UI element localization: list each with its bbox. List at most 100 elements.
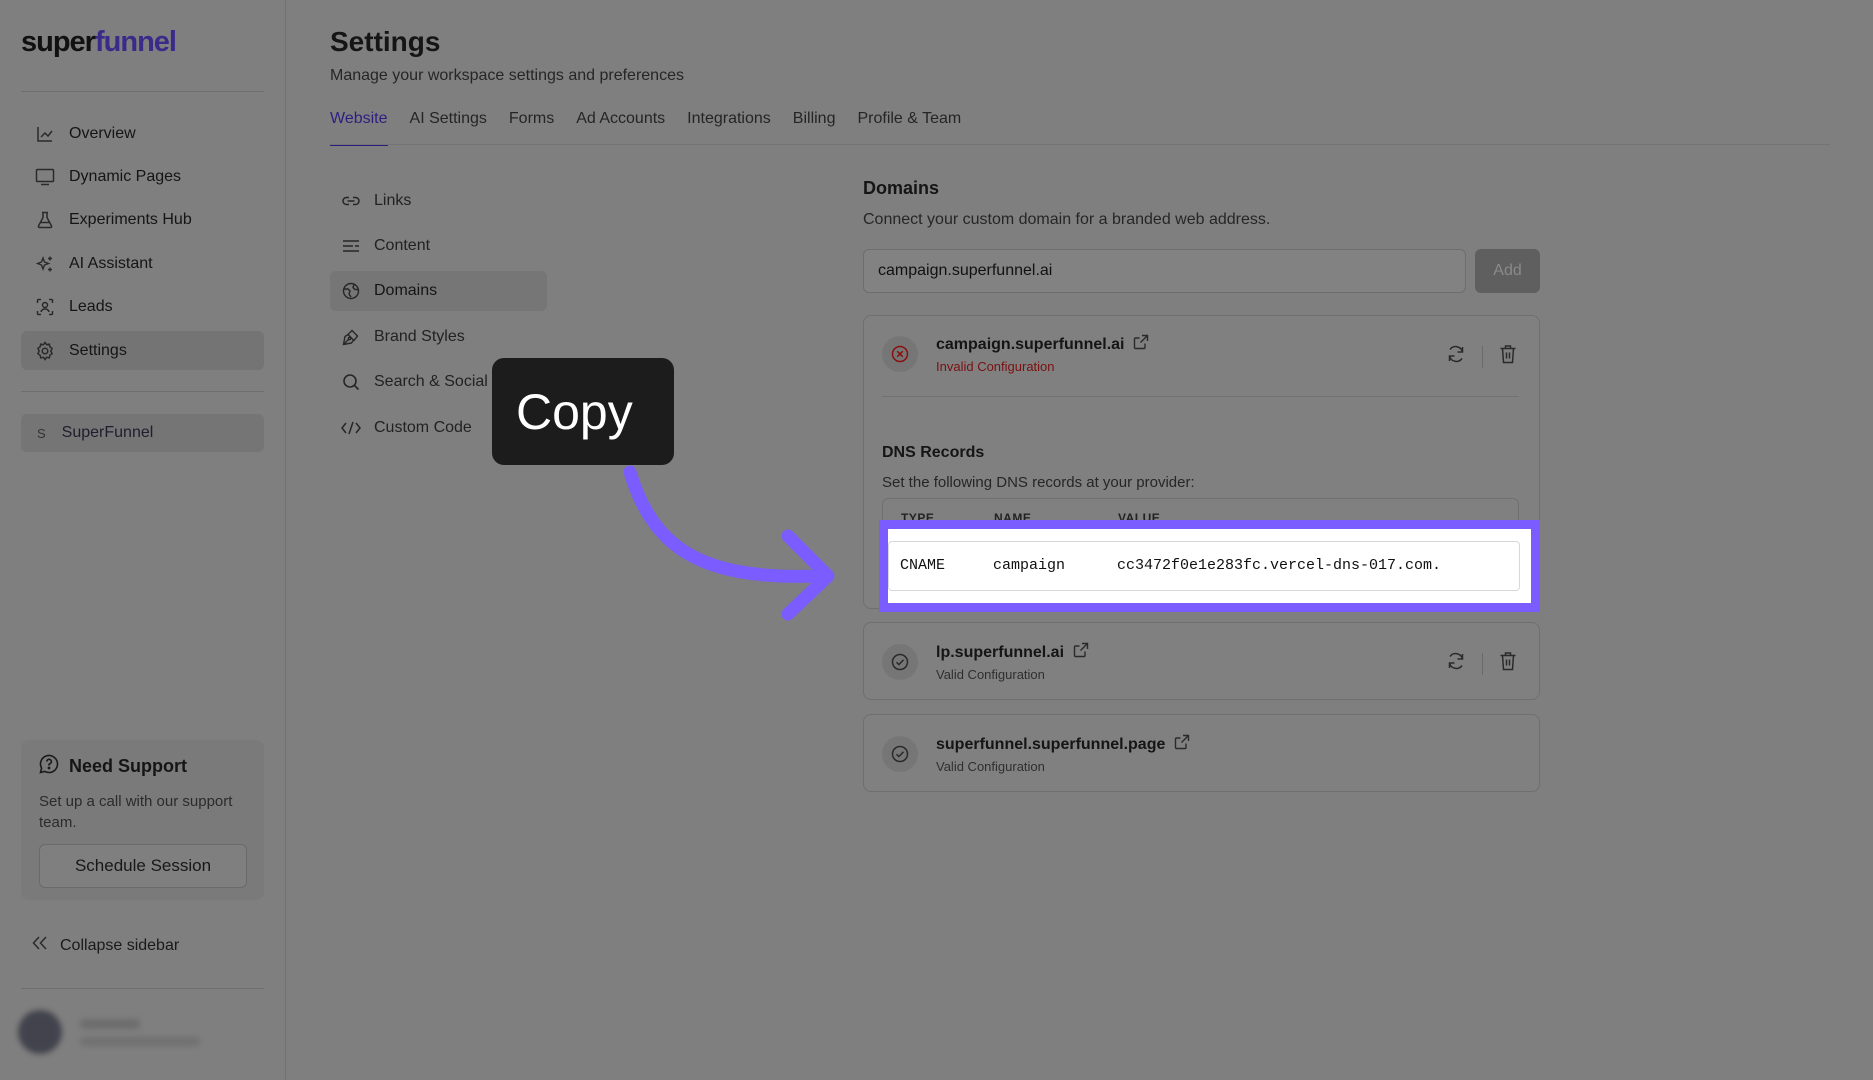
globe-icon	[341, 281, 361, 301]
domain-name: lp.superfunnel.ai	[936, 642, 1089, 663]
domain-name: campaign.superfunnel.ai	[936, 334, 1149, 355]
domains-title: Domains	[863, 178, 940, 198]
workspace-avatar: S	[37, 425, 46, 441]
flask-icon	[35, 210, 55, 230]
search-icon	[341, 372, 361, 392]
subnav-item-domains[interactable]: Domains	[330, 271, 547, 311]
domain-card: superfunnel.superfunnel.page Valid Confi…	[863, 714, 1540, 792]
domain-name: superfunnel.superfunnel.page	[936, 734, 1190, 755]
avatar	[18, 1010, 62, 1054]
subnav-item-brand-styles[interactable]: Brand Styles	[330, 317, 547, 357]
trash-icon[interactable]	[1499, 651, 1517, 676]
domain-card: lp.superfunnel.ai Valid Configuration	[863, 622, 1540, 700]
text-lines-icon	[341, 236, 361, 256]
support-card: Need Support Set up a call with our supp…	[21, 740, 264, 900]
domain-card-header: superfunnel.superfunnel.page Valid Confi…	[882, 734, 1190, 774]
refresh-icon[interactable]	[1446, 651, 1466, 676]
sidebar-item-experiments-hub[interactable]: Experiments Hub	[21, 200, 264, 239]
trash-icon[interactable]	[1499, 344, 1517, 369]
subnav-item-label: Custom Code	[374, 419, 472, 436]
schedule-session-button[interactable]: Schedule Session	[39, 844, 247, 888]
sidebar-item-label: Leads	[69, 297, 113, 315]
add-domain-button[interactable]: Add	[1475, 249, 1540, 293]
check-circle-icon	[882, 644, 918, 680]
sidebar-item-ai-assistant[interactable]: AI Assistant	[21, 244, 264, 283]
tab-profile-team[interactable]: Profile & Team	[857, 110, 961, 146]
tab-ad-accounts[interactable]: Ad Accounts	[576, 110, 665, 146]
settings-tabs: Website AI Settings Forms Ad Accounts In…	[330, 110, 961, 146]
sidebar-item-label: Overview	[69, 124, 136, 142]
subnav-item-links[interactable]: Links	[330, 181, 547, 221]
refresh-icon[interactable]	[1446, 344, 1466, 369]
domain-name-text: lp.superfunnel.ai	[936, 643, 1065, 661]
sidebar-item-label: AI Assistant	[69, 254, 153, 272]
sidebar-item-label: Settings	[69, 341, 127, 359]
sidebar-divider	[21, 988, 264, 989]
dns-records-subtitle: Set the following DNS records at your pr…	[882, 474, 1195, 491]
pen-tool-icon	[341, 327, 361, 347]
sidebar-item-label: Dynamic Pages	[69, 167, 182, 185]
dns-value-cell[interactable]: cc3472f0e1e283fc.vercel-dns-017.com.	[1117, 557, 1441, 574]
help-circle-icon	[39, 754, 59, 779]
collapse-sidebar-label: Collapse sidebar	[60, 936, 180, 954]
tab-forms[interactable]: Forms	[509, 110, 554, 146]
domain-status: Valid Configuration	[936, 667, 1045, 682]
sidebar-item-leads[interactable]: Leads	[21, 287, 264, 326]
sidebar-divider	[21, 91, 264, 92]
sidebar-item-overview[interactable]: Overview	[21, 114, 264, 153]
sidebar: superfunnel Overview Dynamic Pages Exper…	[0, 0, 286, 1080]
page-subtitle: Manage your workspace settings and prefe…	[330, 67, 684, 84]
external-link-icon[interactable]	[1073, 642, 1089, 663]
support-title-text: Need Support	[69, 756, 188, 776]
sidebar-divider	[21, 391, 264, 392]
dns-type-cell: CNAME	[900, 557, 946, 574]
subnav-item-label: Domains	[374, 282, 438, 299]
support-description: Set up a call with our support team.	[39, 793, 233, 831]
workspace-name: SuperFunnel	[61, 424, 154, 441]
external-link-icon[interactable]	[1174, 734, 1190, 755]
x-circle-icon	[882, 336, 918, 372]
code-icon	[341, 418, 361, 438]
page-title: Settings	[330, 26, 441, 57]
subnav-item-content[interactable]: Content	[330, 226, 547, 266]
domain-status: Invalid Configuration	[936, 359, 1055, 374]
subnav-item-label: Search & Social	[374, 373, 488, 390]
user-profile-blurred[interactable]	[18, 1007, 258, 1057]
monitor-icon	[35, 167, 55, 187]
subnav-item-label: Brand Styles	[374, 328, 465, 345]
workspace-switcher[interactable]: S SuperFunnel	[21, 414, 264, 452]
logo-text-left: super	[21, 26, 96, 58]
tab-website[interactable]: Website	[330, 110, 388, 146]
tab-ai-settings[interactable]: AI Settings	[410, 110, 487, 146]
pointer-arrow-icon	[623, 465, 835, 621]
subnav-item-label: Links	[374, 192, 412, 209]
subnav-item-label: Content	[374, 237, 431, 254]
user-scan-icon	[35, 297, 55, 317]
copy-tooltip: Copy	[492, 358, 674, 465]
sidebar-item-label: Experiments Hub	[69, 210, 192, 228]
tabs-divider	[330, 144, 1830, 145]
dns-record-row[interactable]: CNAME campaign cc3472f0e1e283fc.vercel-d…	[888, 541, 1520, 591]
chart-line-icon	[35, 124, 55, 144]
domain-card-header: lp.superfunnel.ai Valid Configuration	[882, 642, 1089, 682]
sparkles-icon	[35, 254, 55, 274]
dns-name-cell: campaign	[993, 557, 1066, 574]
tab-billing[interactable]: Billing	[793, 110, 836, 146]
logo-text-right: funnel	[94, 26, 177, 58]
dns-records-title: DNS Records	[882, 444, 985, 461]
sidebar-item-dynamic-pages[interactable]: Dynamic Pages	[21, 157, 264, 196]
check-circle-icon	[882, 736, 918, 772]
superfunnel-logo[interactable]: superfunnel	[21, 26, 177, 59]
external-link-icon[interactable]	[1133, 334, 1149, 355]
support-title: Need Support	[39, 754, 246, 779]
chevrons-left-icon	[32, 936, 48, 955]
link-icon	[341, 191, 361, 211]
sidebar-item-settings[interactable]: Settings	[21, 331, 264, 370]
collapse-sidebar-button[interactable]: Collapse sidebar	[32, 936, 179, 955]
tab-integrations[interactable]: Integrations	[687, 110, 771, 146]
gear-icon	[35, 340, 55, 361]
domains-subtitle: Connect your custom domain for a branded…	[863, 211, 1271, 228]
domain-card-header: campaign.superfunnel.ai Invalid Configur…	[882, 334, 1149, 374]
domain-input[interactable]	[863, 249, 1466, 293]
domain-actions	[1446, 344, 1517, 369]
